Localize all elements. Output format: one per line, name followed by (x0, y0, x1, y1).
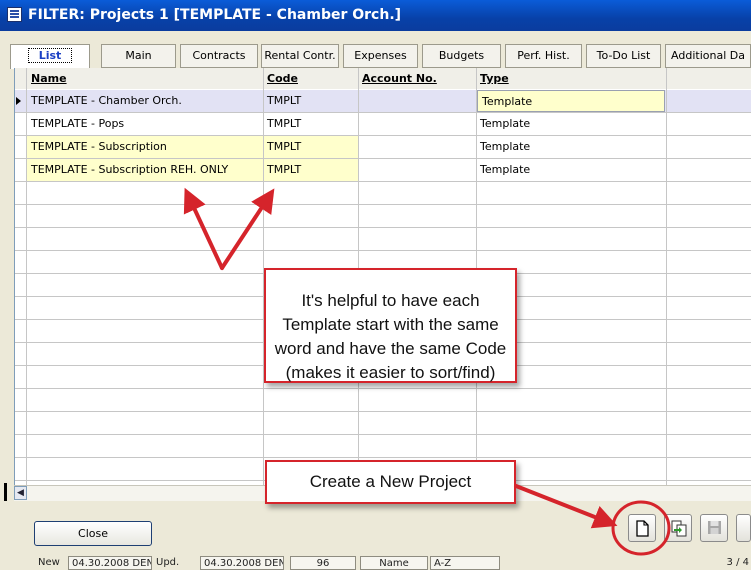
cell-code[interactable]: TMPLT (263, 136, 358, 158)
tab-expenses[interactable]: Expenses (343, 44, 418, 68)
status-upd-date: 04.30.2008 DEN (200, 556, 284, 570)
empty-row[interactable] (15, 182, 751, 205)
copy-record-icon (671, 520, 687, 537)
cell-code[interactable]: TMPLT (263, 90, 358, 112)
record-marker (4, 483, 7, 501)
close-button[interactable]: Close (34, 521, 152, 546)
empty-row[interactable] (15, 205, 751, 228)
column-header-code[interactable]: Code (263, 68, 358, 89)
tab-rental-contr[interactable]: Rental Contr. (261, 44, 339, 68)
current-row-indicator-icon (16, 97, 21, 105)
empty-row[interactable] (15, 435, 751, 458)
column-header-name[interactable]: Name (27, 68, 263, 89)
cell-type[interactable]: Template (476, 113, 666, 135)
column-divider (666, 68, 667, 485)
cell-name[interactable]: TEMPLATE - Subscription (27, 136, 263, 158)
cell-type[interactable]: Template (476, 159, 666, 181)
cell-type[interactable]: Template (477, 90, 665, 112)
window-menu-icon[interactable] (7, 7, 22, 22)
column-header-type[interactable]: Type (476, 68, 666, 89)
scroll-left-icon[interactable]: ◀ (14, 486, 27, 500)
title-bar: FILTER: Projects 1 [TEMPLATE - Chamber O… (0, 0, 751, 31)
status-sort-order[interactable]: A-Z (430, 556, 500, 570)
extra-toolbar-button[interactable] (736, 514, 751, 542)
empty-row[interactable] (15, 389, 751, 412)
row-selector-divider (26, 68, 27, 485)
empty-row[interactable] (15, 412, 751, 435)
copy-record-button[interactable] (664, 514, 692, 542)
tab-list[interactable]: List (10, 44, 90, 69)
status-upd-label: Upd. (156, 557, 180, 568)
tab-to-do-list[interactable]: To-Do List (586, 44, 661, 68)
cell-code[interactable]: TMPLT (263, 113, 358, 135)
cell-account[interactable] (358, 90, 476, 112)
tab-perf-hist[interactable]: Perf. Hist. (505, 44, 582, 68)
new-document-button[interactable] (628, 514, 656, 542)
status-new-date: 04.30.2008 DEN (68, 556, 152, 570)
cell-code[interactable]: TMPLT (263, 159, 358, 181)
status-bar: New 04.30.2008 DEN Upd. 04.30.2008 DEN 9… (0, 555, 751, 570)
cell-name[interactable]: TEMPLATE - Chamber Orch. (27, 90, 263, 112)
cell-type[interactable]: Template (476, 136, 666, 158)
column-header-account-no[interactable]: Account No. (358, 68, 476, 89)
new-document-icon (636, 520, 649, 537)
save-icon (708, 521, 721, 534)
status-record-position: 3 / 4 (726, 557, 749, 568)
empty-row[interactable] (15, 228, 751, 251)
tab-budgets[interactable]: Budgets (422, 44, 501, 68)
status-sort-field[interactable]: Name (360, 556, 428, 570)
table-row[interactable]: TEMPLATE - Subscription REH. ONLY TMPLT … (15, 159, 751, 182)
tab-additional-data[interactable]: Additional Da (665, 44, 751, 68)
tab-strip: List Main Contracts Rental Contr. Expens… (10, 44, 751, 69)
table-row[interactable]: TEMPLATE - Chamber Orch. TMPLT Template (15, 90, 751, 113)
tab-main[interactable]: Main (101, 44, 176, 68)
status-record-count: 96 (290, 556, 356, 570)
tab-contracts[interactable]: Contracts (180, 44, 258, 68)
cell-account[interactable] (358, 136, 476, 158)
save-button[interactable] (700, 514, 728, 542)
cell-account[interactable] (358, 113, 476, 135)
window-title: FILTER: Projects 1 [TEMPLATE - Chamber O… (28, 7, 402, 23)
annotation-callout-new-project: Create a New Project (265, 460, 516, 504)
annotation-callout-template-tip: It's helpful to have each Template start… (264, 268, 517, 383)
cell-name[interactable]: TEMPLATE - Subscription REH. ONLY (27, 159, 263, 181)
status-new-label: New (38, 557, 60, 568)
grid-header: Name Code Account No. Type (15, 68, 751, 89)
table-row[interactable]: TEMPLATE - Subscription TMPLT Template (15, 136, 751, 159)
table-row[interactable]: TEMPLATE - Pops TMPLT Template (15, 113, 751, 136)
cell-account[interactable] (358, 159, 476, 181)
cell-name[interactable]: TEMPLATE - Pops (27, 113, 263, 135)
